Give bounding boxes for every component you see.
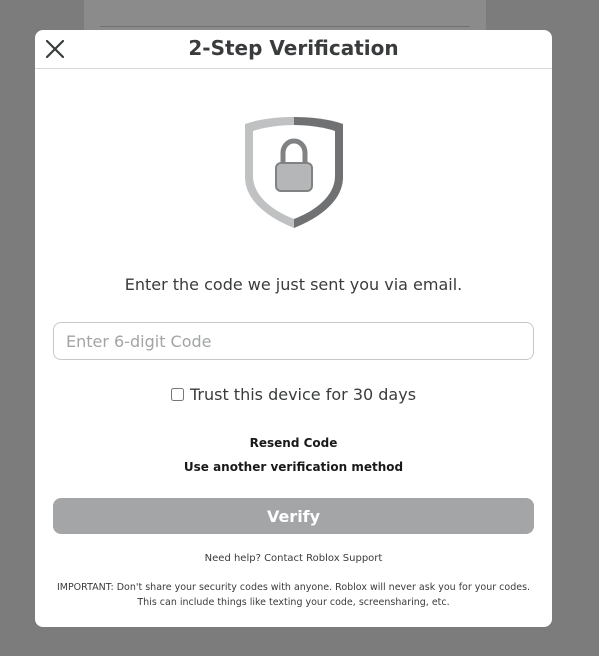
code-input[interactable]: [53, 322, 534, 360]
trust-device-row[interactable]: Trust this device for 30 days: [35, 385, 552, 404]
shield-lock-icon: [243, 115, 345, 230]
important-notice: IMPORTANT: Don't share your security cod…: [56, 582, 531, 608]
instructions-text: Enter the code we just sent you via emai…: [124, 275, 463, 294]
resend-code-link[interactable]: Resend Code: [35, 436, 552, 450]
trust-device-label: Trust this device for 30 days: [189, 385, 417, 404]
trust-device-checkbox[interactable]: [170, 388, 184, 401]
help-link[interactable]: Need help? Contact Roblox Support: [35, 553, 552, 564]
verification-modal: 2-Step Verification Enter the code we ju…: [35, 30, 552, 627]
background-divider: [100, 26, 470, 27]
modal-header: 2-Step Verification: [35, 30, 552, 69]
modal-title: 2-Step Verification: [188, 36, 399, 60]
another-method-link[interactable]: Use another verification method: [35, 460, 552, 474]
verify-button[interactable]: Verify: [53, 498, 534, 534]
